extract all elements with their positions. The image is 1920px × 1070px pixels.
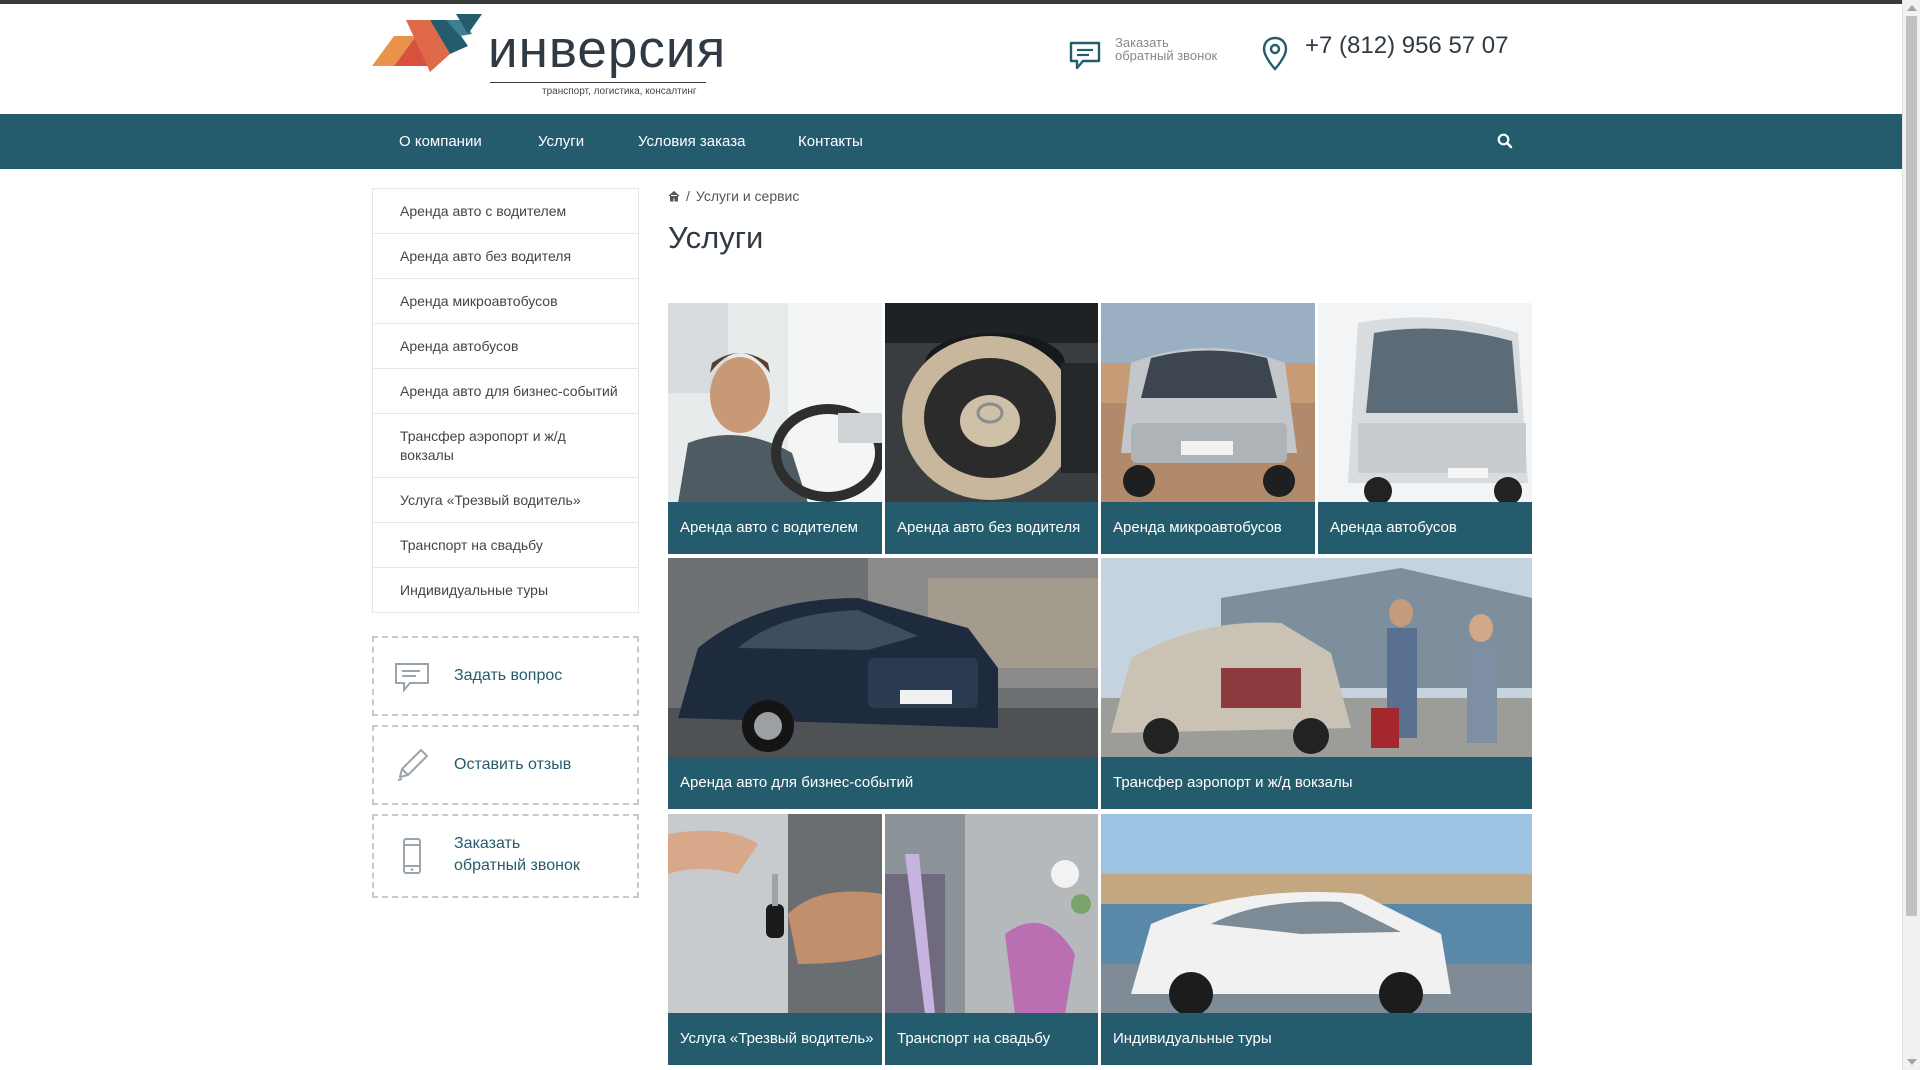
header-callback-label: Заказать обратный звонок	[1115, 36, 1217, 62]
site-header: инверсия транспорт, логистика, консалтин…	[0, 4, 1902, 114]
order-callback-line1: Заказать	[454, 835, 521, 852]
nav-item-order-terms[interactable]: Условия заказа	[638, 114, 745, 169]
ask-question-button[interactable]: Задать вопрос	[372, 636, 639, 716]
nav-item-about[interactable]: О компании	[399, 114, 482, 169]
order-callback-label: Заказать обратный звонок	[454, 833, 580, 877]
service-tile-label: Аренда авто для бизнес-событий	[668, 757, 1098, 809]
mobile-phone-icon	[403, 838, 421, 874]
service-tile-label: Трансфер аэропорт и ж/д вокзалы	[1101, 757, 1532, 809]
header-phone[interactable]: +7 (812) 956 57 07	[1262, 30, 1509, 80]
home-icon[interactable]	[668, 190, 680, 202]
minivan-photo	[1101, 303, 1315, 503]
header-callback-line2: обратный звонок	[1115, 48, 1218, 63]
service-tile-label: Аренда авто с водителем	[668, 502, 882, 554]
nav-item-contacts[interactable]: Контакты	[798, 114, 863, 169]
service-tile-bus[interactable]: Аренда автобусов	[1318, 303, 1532, 554]
order-callback-button[interactable]: Заказать обратный звонок	[372, 814, 639, 898]
sidebar-item-tours[interactable]: Индивидуальные туры	[373, 568, 638, 612]
service-tile-car-with-driver[interactable]: Аренда авто с водителем	[668, 303, 882, 554]
sidebar-item-transfer[interactable]: Трансфер аэропорт и ж/д вокзалы	[373, 414, 638, 478]
wedding-car-photo	[885, 814, 1098, 1014]
leave-review-button[interactable]: Оставить отзыв	[372, 725, 639, 805]
breadcrumb-current: Услуги и сервис	[695, 188, 800, 204]
service-tile-car-without-driver[interactable]: Аренда авто без водителя	[885, 303, 1098, 554]
logo-underline	[490, 82, 706, 83]
page-scrollbar[interactable]	[1902, 0, 1920, 1070]
sidebar-item-business-events[interactable]: Аренда авто для бизнес-событий	[373, 369, 638, 414]
service-tile-wedding[interactable]: Транспорт на свадьбу	[885, 814, 1098, 1065]
steering-wheel-photo	[885, 303, 1098, 503]
service-tile-label: Аренда микроавтобусов	[1101, 502, 1315, 554]
sidebar-item-car-with-driver[interactable]: Аренда авто с водителем	[373, 189, 638, 234]
service-tile-label: Услуга «Трезвый водитель»	[668, 1013, 882, 1065]
chat-bubble-icon	[395, 663, 429, 693]
coach-bus-photo	[1318, 303, 1532, 503]
scrollbar-thumb[interactable]	[1906, 16, 1917, 916]
main-nav: О компании Услуги Условия заказа Контакт…	[0, 114, 1902, 169]
sidebar-item-wedding[interactable]: Транспорт на свадьбу	[373, 523, 638, 568]
logo-wordmark: инверсия	[488, 20, 727, 79]
sidebar-item-minibus[interactable]: Аренда микроавтобусов	[373, 279, 638, 324]
sidebar-item-sober-driver[interactable]: Услуга «Трезвый водитель»	[373, 478, 638, 523]
map-pin-icon	[1262, 36, 1288, 71]
page-title: Услуги	[668, 220, 764, 255]
scroll-up-arrow-icon[interactable]	[1907, 5, 1917, 11]
service-tile-label: Индивидуальные туры	[1101, 1013, 1532, 1065]
service-tile-sober-driver[interactable]: Услуга «Трезвый водитель»	[668, 814, 882, 1065]
leave-review-label: Оставить отзыв	[454, 756, 572, 773]
logo-tagline: транспорт, логистика, консалтинг	[542, 86, 697, 97]
service-tile-minibus[interactable]: Аренда микроавтобусов	[1101, 303, 1315, 554]
service-tile-label: Транспорт на свадьбу	[885, 1013, 1098, 1065]
sidebar-item-car-without-driver[interactable]: Аренда авто без водителя	[373, 234, 638, 279]
service-tile-tours[interactable]: Индивидуальные туры	[1101, 814, 1532, 1065]
sidebar-item-bus[interactable]: Аренда автобусов	[373, 324, 638, 369]
service-tile-business-events[interactable]: Аренда авто для бизнес-событий	[668, 558, 1098, 809]
breadcrumb-separator: /	[686, 188, 690, 204]
chat-bubble-icon	[1069, 41, 1101, 70]
order-callback-line2: обратный звонок	[454, 857, 580, 874]
sidebar-menu: Аренда авто с водителем Аренда авто без …	[372, 188, 639, 613]
phone-number: +7 (812) 956 57 07	[1305, 32, 1509, 59]
ask-question-label: Задать вопрос	[454, 667, 563, 684]
sedan-photo	[668, 558, 1098, 758]
city-car-photo	[1101, 814, 1532, 1014]
airport-family-photo	[1101, 558, 1532, 758]
driver-in-car-photo	[668, 303, 882, 503]
search-icon[interactable]	[1496, 132, 1514, 150]
nav-item-services[interactable]: Услуги	[538, 114, 584, 169]
site-logo[interactable]: инверсия транспорт, логистика, консалтин…	[372, 14, 725, 104]
service-tile-label: Аренда автобусов	[1318, 502, 1532, 554]
breadcrumb: / Услуги и сервис	[668, 188, 799, 208]
scroll-down-arrow-icon[interactable]	[1907, 1059, 1917, 1065]
service-tile-transfer[interactable]: Трансфер аэропорт и ж/д вокзалы	[1101, 558, 1532, 809]
logo-mark-icon	[372, 14, 482, 72]
car-keys-handover-photo	[668, 814, 882, 1014]
header-callback-link[interactable]: Заказать обратный звонок	[1068, 34, 1238, 78]
pencil-icon	[397, 749, 428, 781]
service-tile-label: Аренда авто без водителя	[885, 502, 1098, 554]
